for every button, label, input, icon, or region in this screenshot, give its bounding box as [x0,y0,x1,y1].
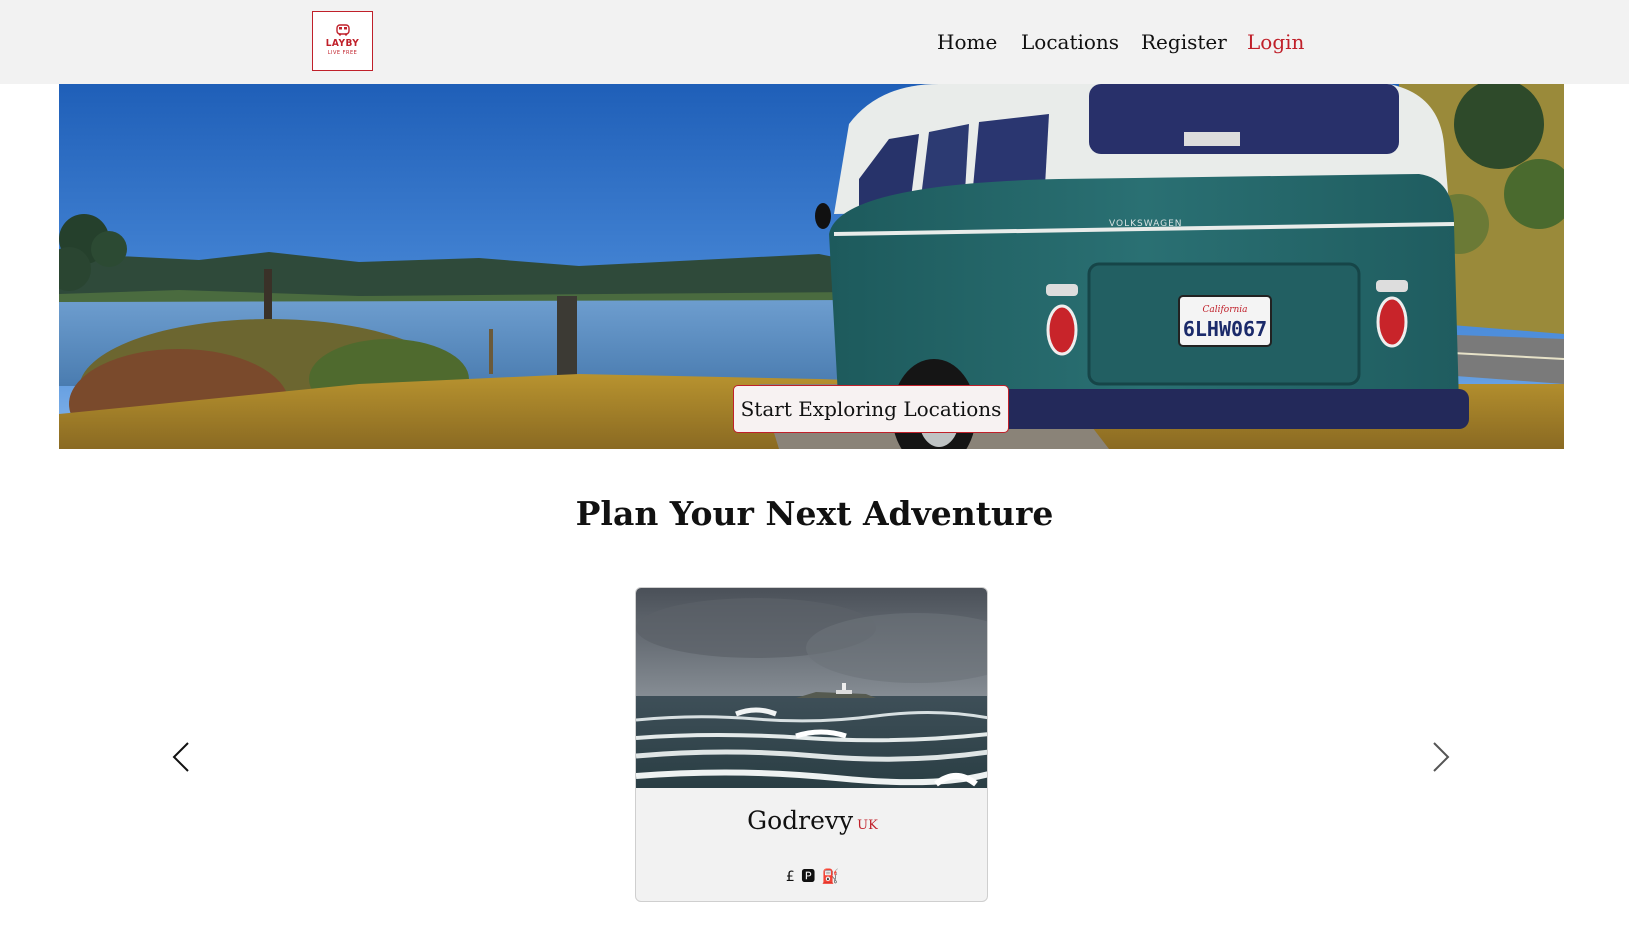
location-card[interactable]: Godrevy UK £ 🅿 ⛽ [635,587,988,902]
location-country: UK [857,818,878,833]
van-logo-icon [335,23,350,36]
logo-brand-text: LAYBY [325,37,360,49]
nav-login-link[interactable]: Login [1247,28,1304,56]
start-exploring-button[interactable]: Start Exploring Locations [733,385,1009,433]
location-card-title: Godrevy UK [636,806,987,835]
hero-banner: VOLKSWAGEN California 6LHW067 Start Expl… [59,84,1564,449]
amenities-row: £ 🅿 ⛽ [636,866,987,886]
logo-tagline: LIVE FREE [327,49,358,56]
nav-register-link[interactable]: Register [1141,28,1227,56]
nav-home-link[interactable]: Home [937,28,997,56]
nav-locations-link[interactable]: Locations [1021,28,1119,56]
section-title: Plan Your Next Adventure [575,494,1054,533]
parking-icon: 🅿 [801,869,816,885]
chevron-left-icon[interactable] [170,740,194,774]
location-card-image [636,588,987,788]
svg-text:California: California [1202,305,1247,315]
location-name: Godrevy [747,806,854,835]
svg-text:6LHW067: 6LHW067 [1183,317,1267,341]
pound-icon: £ [785,869,795,885]
chevron-right-icon[interactable] [1428,740,1452,774]
brand-logo[interactable]: LAYBY LIVE FREE [312,11,373,71]
fuel-icon: ⛽ [821,869,840,885]
svg-text:VOLKSWAGEN: VOLKSWAGEN [1109,219,1183,229]
navbar: LAYBY LIVE FREE Home Locations Register … [0,0,1629,84]
